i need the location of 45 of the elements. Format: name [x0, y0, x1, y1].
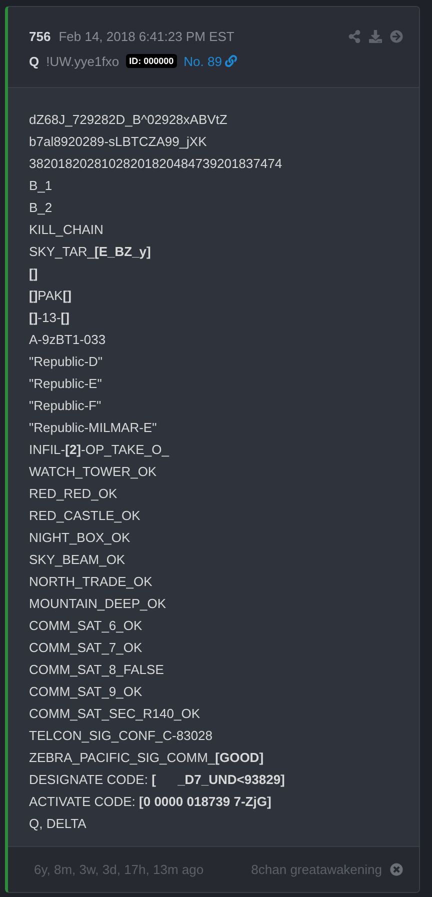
message-line: "Republic-E" — [29, 375, 103, 393]
message-line: SKY_BEAM_OK — [29, 551, 126, 569]
author-name: Q — [29, 52, 40, 70]
message-line: ACTIVATE CODE: [0 0000 018739 7-ZjG] — [29, 793, 272, 811]
tripcode: !UW.yye1fxo — [46, 52, 120, 71]
source-label: 8chan greatawakening — [251, 860, 382, 879]
message-line: "Republic-MILMAR-E" — [29, 419, 158, 437]
elapsed-time: 6y, 8m, 3w, 3d, 17h, 13m ago — [34, 860, 204, 879]
post-number: 756 — [29, 28, 51, 46]
share-icon[interactable] — [348, 30, 361, 44]
message-line: []-13-[] — [29, 309, 70, 327]
message-line: MOUNTAIN_DEEP_OK — [29, 595, 168, 613]
message-line: COMM_SAT_7_OK — [29, 639, 144, 657]
message-line: "Republic-D" — [29, 353, 104, 371]
message-line: b7al8920289-sLBTCZA99_jXK — [29, 133, 208, 151]
download-icon[interactable] — [369, 30, 382, 44]
message-line: ZEBRA_PACIFIC_SIG_COMM_[GOOD] — [29, 749, 265, 767]
message-line: SKY_TAR_[E_BZ_y] — [29, 243, 152, 261]
message-line: RED_RED_OK — [29, 485, 118, 503]
message-line: "Republic-F" — [29, 397, 102, 415]
message-line: COMM_SAT_9_OK — [29, 683, 144, 701]
message-line: INFIL-[2]-OP_TAKE_O_ — [29, 441, 170, 459]
post-date: Feb 14, 2018 6:41:23 PM EST — [58, 28, 234, 46]
message-line: B_2 — [29, 199, 54, 217]
message-line: [] — [29, 265, 39, 283]
message-line: A-9zBT1-033 — [29, 331, 107, 349]
message-line: NORTH_TRADE_OK — [29, 573, 154, 591]
message-line: KILL_CHAIN — [29, 221, 104, 239]
message-line: TELCON_SIG_CONF_C-83028 — [29, 727, 214, 745]
close-icon[interactable] — [390, 863, 403, 876]
id-badge: ID: 000000 — [126, 54, 177, 68]
message-line: RED_CASTLE_OK — [29, 507, 142, 525]
message-line: Q, DELTA — [29, 815, 88, 833]
message-line: COMM_SAT_SEC_R140_OK — [29, 705, 201, 723]
post-link[interactable]: No. 89 — [184, 52, 237, 71]
link-icon — [224, 55, 237, 68]
message-line: 38201820281028201820484739201837474 — [29, 155, 284, 173]
message-line: COMM_SAT_8_FALSE — [29, 661, 165, 679]
message-line: COMM_SAT_6_OK — [29, 617, 144, 635]
message-line: WATCH_TOWER_OK — [29, 463, 158, 481]
message-line: B_1 — [29, 177, 54, 195]
message-line: NIGHT_BOX_OK — [29, 529, 132, 547]
message-line: []PAK[] — [29, 287, 72, 305]
message-line: dZ68J_729282D_B^02928xABVtZ — [29, 111, 228, 129]
message-line: DESIGNATE CODE: [ _D7_UND<93829] — [29, 771, 286, 789]
